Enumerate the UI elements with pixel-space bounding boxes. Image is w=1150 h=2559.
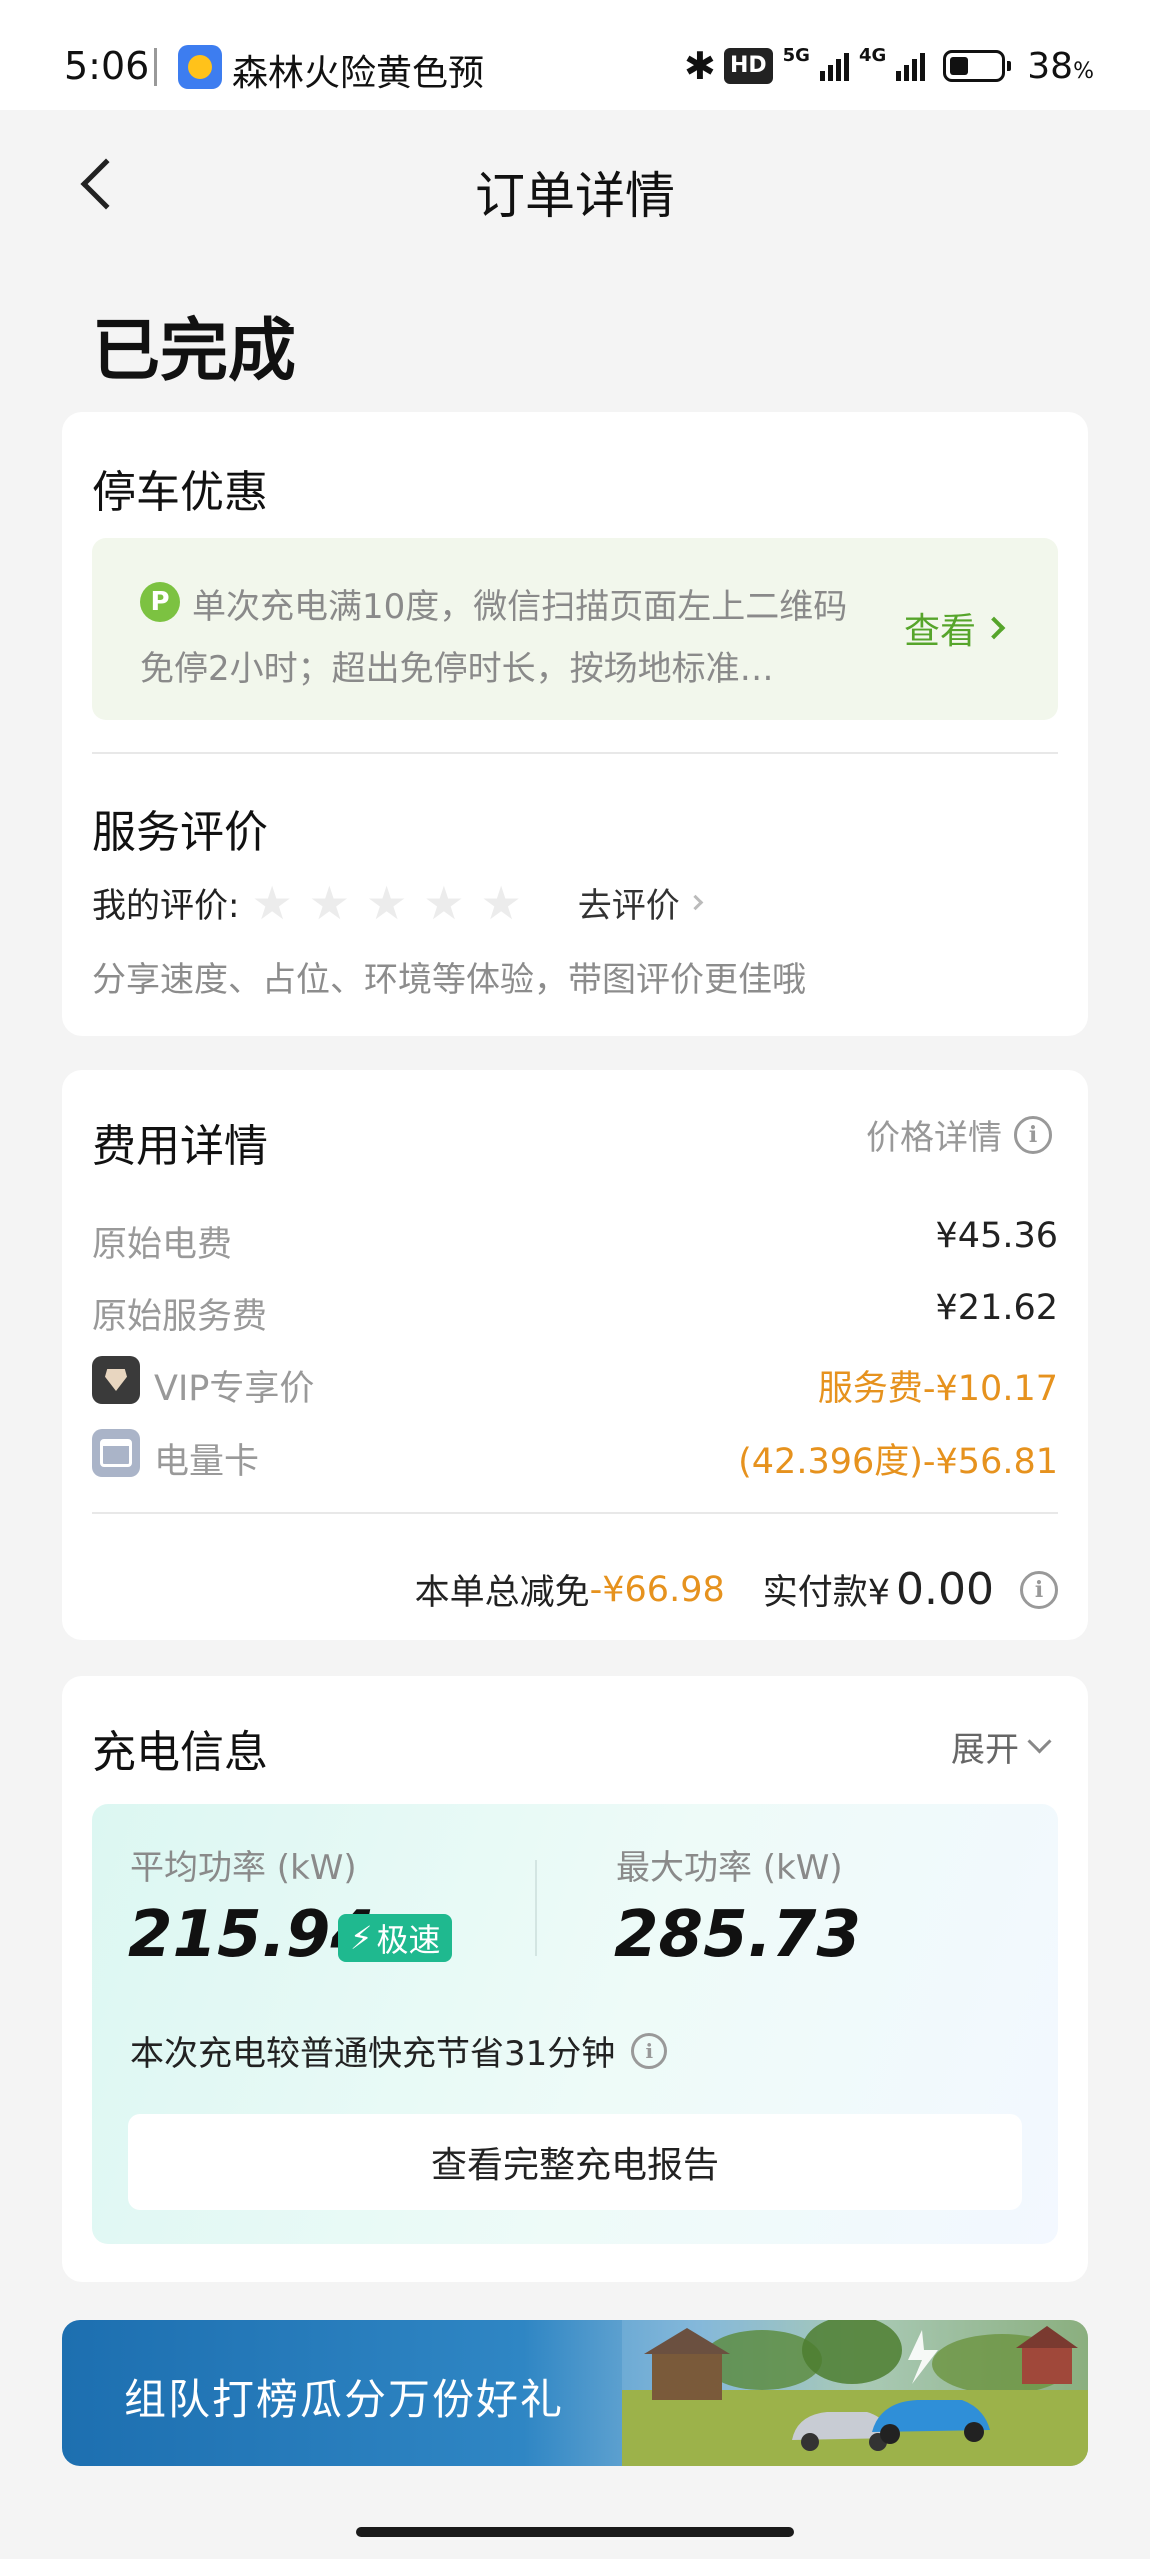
energy-card-icon [92, 1429, 140, 1477]
total-discount-value: -¥66.98 [589, 1569, 725, 1610]
info-icon: i [1014, 1115, 1052, 1154]
time-saving-text: 本次充电较普通快充节省31分钟 [130, 2034, 616, 2074]
time-saving-row: 本次充电较普通快充节省31分钟 i [130, 2026, 668, 2075]
banner-text: 组队打榜瓜分万份好礼 [124, 2375, 565, 2424]
status-bar: 5:06 森林火险黄色预 ✱ HD 5G 4G 38% [0, 0, 1150, 110]
fee-row-electricity: 原始电费 ¥45.36 [92, 1216, 1058, 1266]
star-icon[interactable]: ★ [251, 880, 292, 926]
chevron-right-icon [687, 894, 703, 911]
fee-label: 原始电费 [92, 1225, 233, 1265]
promo-banner[interactable]: 组队打榜瓜分万份好礼 [62, 2320, 1088, 2466]
fee-row-vip: VIP专享价 服务费-¥10.17 [92, 1356, 1058, 1410]
status-icons: ✱ HD 5G 4G 38% [684, 44, 1094, 88]
total-discount-label: 本单总减免 [414, 1573, 590, 1613]
status-notification-text: 森林火险黄色预 [232, 53, 485, 94]
total-row: 本单总减免 -¥66.98 实付款¥ 0.00 i [415, 1564, 1058, 1615]
chevron-down-icon [1027, 1729, 1052, 1754]
hd-voice-icon: HD [723, 48, 773, 84]
max-power-label: 最大功率 (kW) [616, 1848, 843, 1888]
charging-stats-box: 平均功率 (kW) 215.94 ⚡ 极速 最大功率 (kW) 285.73 本… [92, 1804, 1058, 2244]
parking-promo-text: 单次充电满10度，微信扫描页面左上二维码免停2小时；超出免停时长，按场地标准… [140, 587, 848, 689]
charging-card: 充电信息 展开 平均功率 (kW) 215.94 ⚡ 极速 最大功率 (kW) … [62, 1676, 1088, 2282]
fee-value: ¥21.62 [935, 1288, 1058, 1328]
fee-label: VIP专享价 [154, 1369, 315, 1409]
battery-icon [943, 50, 1012, 82]
fee-row-service: 原始服务费 ¥21.62 [92, 1288, 1058, 1338]
paid-value: 0.00 [896, 1564, 994, 1615]
speed-badge: ⚡ 极速 [338, 1914, 453, 1962]
rating-row: 我的评价: ★ ★ ★ ★ ★ 去评价 [92, 878, 703, 927]
rating-hint: 分享速度、占位、环境等体验，带图评价更佳哦 [92, 960, 806, 1000]
fee-label: 电量卡 [154, 1442, 260, 1482]
charging-title: 充电信息 [92, 1727, 268, 1778]
divider [92, 1512, 1058, 1514]
parking-rating-card: 停车优惠 P 单次充电满10度，微信扫描页面左上二维码免停2小时；超出免停时长，… [62, 412, 1088, 1036]
rating-stars[interactable]: ★ ★ ★ ★ ★ [251, 880, 521, 926]
star-icon[interactable]: ★ [366, 880, 407, 926]
price-detail-link[interactable]: 价格详情 i [866, 1110, 1052, 1159]
fee-value: ¥45.36 [935, 1216, 1058, 1256]
fee-title: 费用详情 [92, 1121, 268, 1172]
fee-value: (42.396度)-¥56.81 [738, 1442, 1058, 1482]
divider [92, 752, 1058, 754]
fee-label: 原始服务费 [92, 1297, 268, 1337]
rating-title: 服务评价 [92, 807, 268, 858]
rating-label: 我的评价: [92, 886, 240, 926]
max-power-value: 285.73 [614, 1898, 861, 1972]
bluetooth-icon: ✱ [683, 44, 716, 88]
order-status-title: 已完成 [92, 312, 297, 391]
status-separator [154, 48, 157, 86]
home-indicator[interactable] [356, 2527, 794, 2537]
metric-divider [535, 1860, 537, 1956]
star-icon[interactable]: ★ [309, 880, 350, 926]
network-4g-label: 4G [858, 44, 887, 66]
weather-alert-icon [178, 45, 222, 89]
avg-power-label: 平均功率 (kW) [130, 1848, 357, 1888]
star-icon[interactable]: ★ [423, 880, 464, 926]
status-time: 5:06 [64, 44, 150, 88]
parking-promo-box[interactable]: P 单次充电满10度，微信扫描页面左上二维码免停2小时；超出免停时长，按场地标准… [92, 538, 1058, 720]
banner-scene-image [622, 2320, 1088, 2466]
signal-4g-icon [896, 51, 926, 81]
go-rate-link[interactable]: 去评价 [577, 878, 703, 927]
info-icon[interactable]: i [1020, 1570, 1058, 1609]
go-rate-label: 去评价 [577, 886, 680, 926]
expand-toggle[interactable]: 展开 [951, 1722, 1052, 1771]
nav-bar: 订单详情 [0, 110, 1150, 260]
lightning-icon: ⚡ [350, 1919, 373, 1957]
price-detail-label: 价格详情 [866, 1118, 1002, 1158]
chevron-right-icon [982, 616, 1006, 640]
paid-label: 实付款¥ [762, 1573, 891, 1613]
battery-percent: 38% [1027, 45, 1094, 87]
info-icon[interactable]: i [631, 2032, 668, 2069]
speed-badge-label: 极速 [376, 1921, 441, 1959]
parking-view-link[interactable]: 查看 [903, 602, 1006, 654]
fee-row-card: 电量卡 (42.396度)-¥56.81 [92, 1429, 1058, 1483]
expand-label: 展开 [951, 1730, 1019, 1770]
network-5g-label: 5G [782, 44, 810, 66]
full-report-button[interactable]: 查看完整充电报告 [128, 2114, 1022, 2210]
page-title: 订单详情 [475, 167, 675, 225]
fee-card: 费用详情 价格详情 i 原始电费 ¥45.36 原始服务费 ¥21.62 VIP… [62, 1070, 1088, 1640]
fee-value: 服务费-¥10.17 [817, 1369, 1058, 1409]
parking-title: 停车优惠 [92, 467, 268, 518]
signal-5g-icon [819, 51, 849, 81]
vip-diamond-icon [92, 1356, 140, 1404]
star-icon[interactable]: ★ [480, 880, 521, 926]
parking-view-label: 查看 [903, 611, 976, 652]
